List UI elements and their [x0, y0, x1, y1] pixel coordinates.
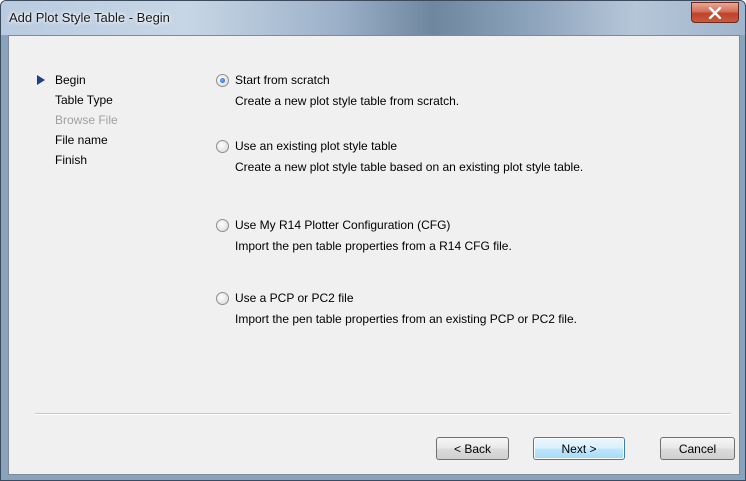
step-label: Browse File [55, 113, 118, 127]
radio-button-checked[interactable] [216, 74, 229, 87]
step-finish: Finish [23, 150, 118, 170]
option-description: Create a new plot style table based on a… [235, 160, 584, 174]
step-begin: Begin [23, 70, 118, 90]
option-label[interactable]: Use a PCP or PC2 file [235, 291, 354, 305]
option-label[interactable]: Start from scratch [235, 73, 330, 87]
step-label: Table Type [55, 93, 113, 107]
step-label: Finish [55, 153, 88, 167]
step-label: File name [55, 133, 108, 147]
radio-button[interactable] [216, 219, 229, 232]
option-description: Import the pen table properties from a R… [235, 239, 512, 253]
step-browse-file: Browse File [23, 110, 118, 130]
next-button[interactable]: Next > [533, 437, 625, 460]
dialog-window: Add Plot Style Table - Begin Begin Table… [0, 0, 746, 481]
dialog-client-area: Begin Table Type Browse File File name F… [8, 35, 740, 475]
triangle-right-icon [37, 75, 45, 85]
option-description: Import the pen table properties from an … [235, 312, 577, 326]
option-label[interactable]: Use an existing plot style table [235, 139, 397, 153]
radio-button[interactable] [216, 140, 229, 153]
step-table-type: Table Type [23, 90, 118, 110]
back-button[interactable]: < Back [436, 437, 509, 460]
separator-line [35, 413, 731, 415]
wizard-steps: Begin Table Type Browse File File name F… [23, 70, 118, 170]
option-label[interactable]: Use My R14 Plotter Configuration (CFG) [235, 218, 450, 232]
step-label: Begin [55, 73, 86, 87]
radio-button[interactable] [216, 292, 229, 305]
step-file-name: File name [23, 130, 118, 150]
close-icon [708, 6, 722, 19]
title-bar[interactable]: Add Plot Style Table - Begin [1, 1, 745, 35]
window-title: Add Plot Style Table - Begin [9, 10, 170, 25]
cancel-button[interactable]: Cancel [660, 437, 735, 460]
option-description: Create a new plot style table from scrat… [235, 94, 460, 108]
close-button[interactable] [691, 2, 739, 23]
